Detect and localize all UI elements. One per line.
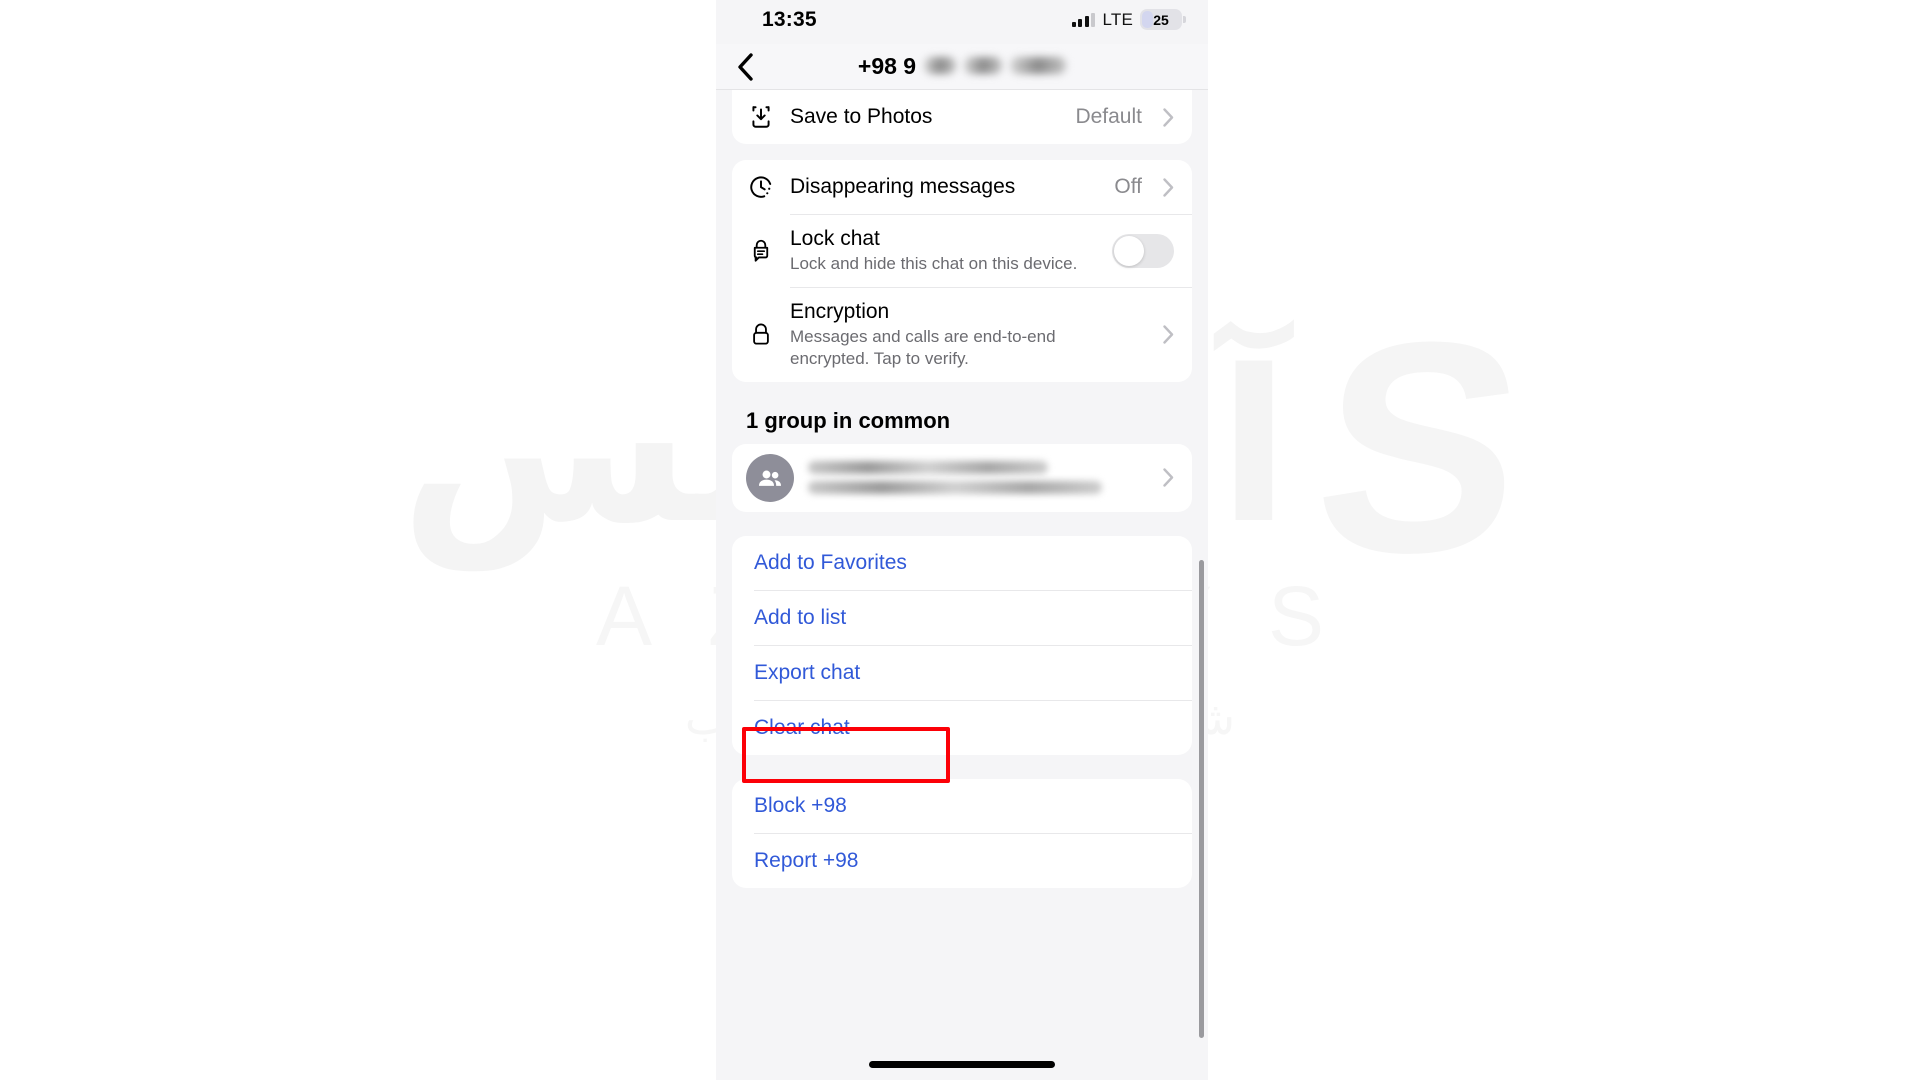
battery-percent-label: 25 [1153,11,1169,28]
groups-in-common-heading: 1 group in common [746,407,951,433]
redacted-phone-segment [1010,57,1067,74]
action-export-chat[interactable]: Export chat [732,646,1192,700]
battery-icon: 25 [1140,9,1186,30]
redacted-phone-segment [924,57,957,74]
status-bar-indicators: LTE 25 [1071,9,1186,30]
chevron-left-icon[interactable] [730,52,760,82]
row-lock-chat[interactable]: Lock chat Lock and hide this chat on thi… [732,215,1192,287]
redacted-phone-segment [964,57,1003,74]
lock-chat-toggle[interactable] [1112,233,1174,268]
chat-actions-card: Add to Favorites Add to list Export chat… [732,535,1192,755]
row-value: Off [1114,175,1142,198]
group-list-item[interactable] [732,444,1192,512]
chevron-right-icon [1152,177,1174,197]
row-label-wrap: Disappearing messages [790,163,1104,211]
status-bar-time: 13:35 [762,8,817,31]
row-label-wrap: Lock chat Lock and hide this chat on thi… [790,215,1112,287]
save-to-photos-icon [732,104,790,130]
disappearing-messages-icon [732,174,790,200]
row-title: Disappearing messages [790,174,1016,198]
screenshot-canvas: آذرسیس S AZARSYS شرکت بی‌نظیر میـزبانـی … [0,0,1920,1080]
row-label-wrap: Encryption Messages and calls are end-to… [790,288,1142,382]
redacted-text-line [808,461,1049,475]
chevron-right-icon [1152,325,1174,344]
home-indicator [869,1061,1055,1068]
page-title: +98 9 [857,53,1067,80]
lock-chat-icon [732,237,790,265]
watermark-logo-mark: S [1302,279,1538,615]
navigation-bar: +98 9 [716,44,1208,90]
encryption-lock-icon [732,321,790,349]
action-add-to-list[interactable]: Add to list [732,591,1192,645]
row-subtitle: Messages and calls are end-to-end encryp… [790,326,1056,369]
action-block-contact[interactable]: Block +98 [732,779,1192,833]
row-disappearing-messages[interactable]: Disappearing messages Off [732,160,1192,214]
vertical-scrollbar[interactable] [1199,560,1204,1038]
row-save-to-photos[interactable]: Save to Photos Default [732,90,1192,144]
row-title: Save to Photos [790,104,933,128]
phone-screen: 13:35 LTE 25 +98 9 Save to Photos Defaul… [716,0,1208,1080]
action-add-to-favorites[interactable]: Add to Favorites [732,536,1192,590]
groups-in-common-card [732,443,1192,512]
chevron-right-icon [1152,468,1174,488]
battery-fill [1142,11,1153,28]
chevron-right-icon [1152,107,1174,127]
group-avatar-icon [746,453,794,502]
action-clear-chat[interactable]: Clear chat [732,701,1192,755]
row-encryption[interactable]: Encryption Messages and calls are end-to… [732,288,1192,382]
media-settings-card: Save to Photos Default [732,90,1192,144]
row-label-wrap: Save to Photos [790,93,1065,141]
action-report-contact[interactable]: Report +98 [732,834,1192,888]
group-name-redacted [808,454,1142,501]
toggle-knob [1114,235,1144,266]
page-title-text: +98 9 [857,53,917,79]
row-value: Default [1075,105,1142,128]
settings-scroll-area[interactable]: Save to Photos Default Disappearing mess… [716,90,1208,1080]
row-title: Encryption [790,299,890,323]
row-title: Lock chat [790,227,880,250]
row-subtitle: Lock and hide this chat on this device. [790,254,1078,274]
cellular-signal-icon [1071,12,1096,27]
status-bar: 13:35 LTE 25 [716,0,1208,44]
privacy-settings-card: Disappearing messages Off Lock chat Lock… [732,160,1192,382]
redacted-text-line [808,481,1102,495]
network-type-label: LTE [1102,9,1133,29]
danger-actions-card: Block +98 Report +98 [732,778,1192,888]
